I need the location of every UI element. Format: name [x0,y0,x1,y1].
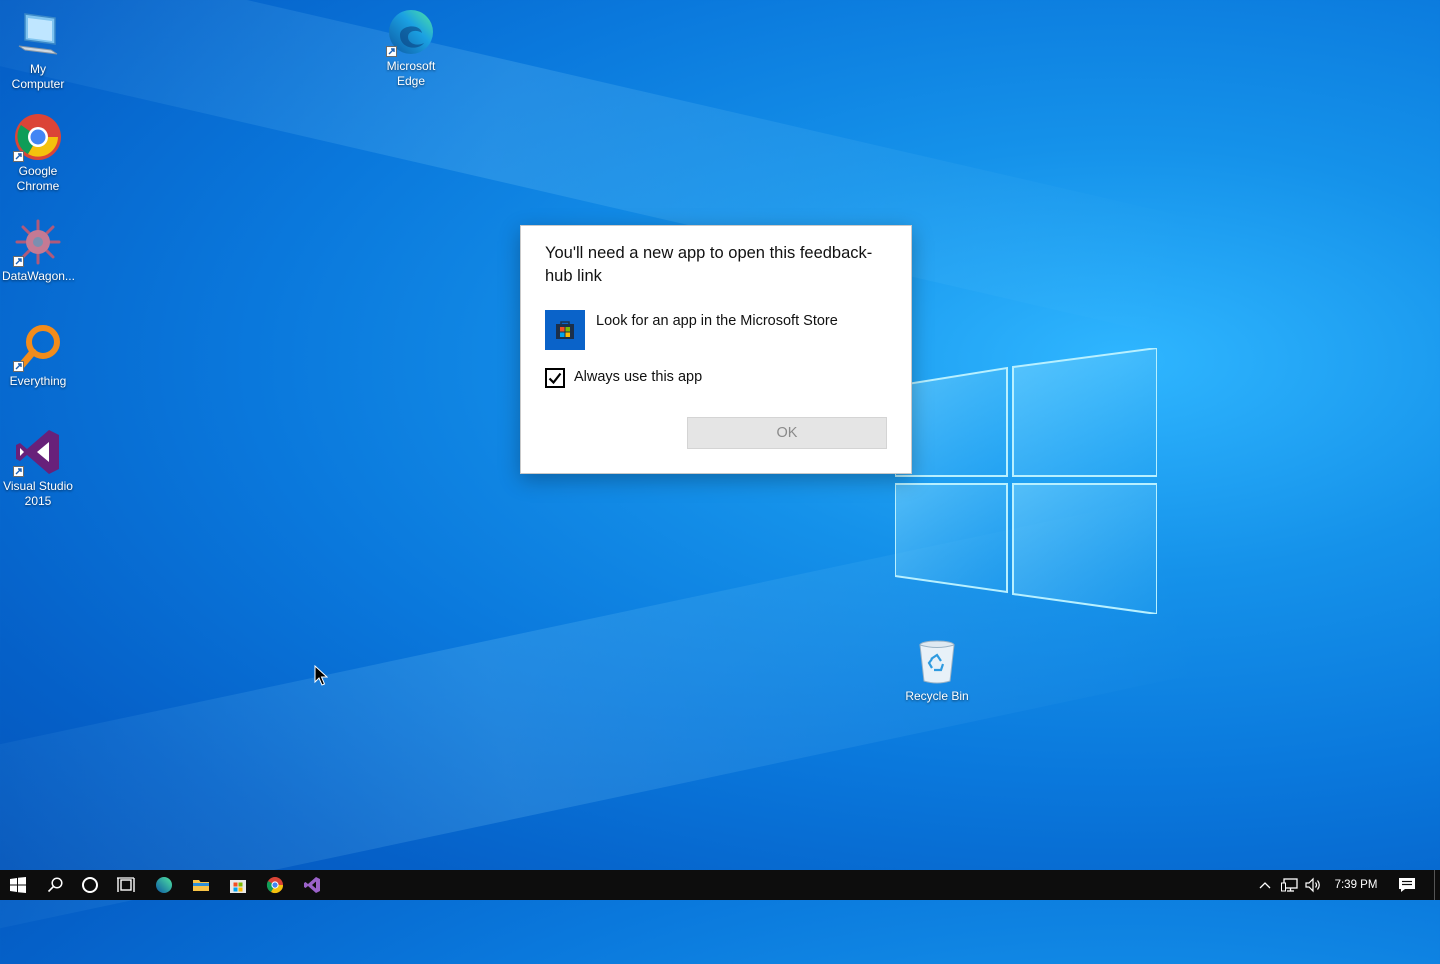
shortcut-arrow-icon [13,466,24,477]
desktop-icon-datawagon[interactable]: DataWagon... [0,217,76,284]
always-use-checkbox[interactable] [545,368,565,388]
network-icon [1281,878,1298,892]
task-view-button[interactable] [108,870,144,900]
dialog-title: You'll need a new app to open this feedb… [545,244,873,285]
everything-search-icon [13,322,63,372]
action-center-button[interactable] [1394,870,1420,900]
chevron-up-icon [1259,882,1271,889]
chrome-icon [13,112,63,162]
datawagon-icon [13,217,63,267]
taskbar-edge-button[interactable] [146,870,182,900]
desktop-icon-label: DataWagon... [2,269,75,283]
visual-studio-icon [304,877,320,893]
ok-button[interactable]: OK [687,417,887,449]
search-button[interactable] [37,870,73,900]
volume-button[interactable] [1303,870,1323,900]
task-view-icon [117,877,135,892]
taskbar-chrome-button[interactable] [257,870,293,900]
action-center-icon [1399,878,1415,892]
taskbar-file-explorer-button[interactable] [183,870,219,900]
desktop-icon-label: Recycle Bin [905,689,969,703]
open-with-dialog: You'll need a new app to open this feedb… [520,225,912,474]
windows-logo-wallpaper [895,348,1157,614]
shortcut-arrow-icon [13,256,24,267]
desktop-icon-label: Google Chrome [16,164,60,193]
network-button[interactable] [1279,870,1301,900]
start-button[interactable] [0,870,36,900]
desktop-icon-my-computer[interactable]: My Computer [0,10,76,92]
computer-icon [13,10,63,60]
show-desktop-button[interactable] [1434,870,1435,900]
edge-icon [156,877,172,893]
microsoft-store-option-label: Look for an app in the Microsoft Store [596,313,838,329]
taskbar-microsoft-store-button[interactable] [220,870,256,900]
desktop-icon-microsoft-edge[interactable]: Microsoft Edge [373,7,449,89]
shortcut-arrow-icon [13,151,24,162]
edge-icon [386,7,436,57]
microsoft-store-icon [230,880,246,893]
taskbar-clock[interactable]: 7:39 PM [1326,870,1386,900]
taskbar-visual-studio-button[interactable] [294,870,330,900]
shortcut-arrow-icon [386,46,397,57]
desktop-icon-label: Visual Studio 2015 [3,479,73,508]
start-icon [10,877,26,893]
taskbar: 7:39 PM [0,870,1440,900]
mouse-pointer-icon [314,665,328,686]
checkmark-icon [548,372,562,385]
chrome-icon [266,877,284,894]
desktop-icon-google-chrome[interactable]: Google Chrome [0,112,76,194]
always-use-checkbox-label: Always use this app [574,369,703,385]
recycle-bin-icon [912,637,962,687]
show-hidden-icons-button[interactable] [1256,870,1274,900]
cortana-button[interactable] [72,870,108,900]
volume-icon [1305,877,1320,893]
desktop-icon-everything[interactable]: Everything [0,322,76,389]
file-explorer-icon [193,880,209,891]
microsoft-store-option[interactable]: Look for an app in the Microsoft Store [545,310,895,350]
microsoft-store-icon [545,310,585,350]
cortana-icon [82,877,98,893]
desktop-icon-label: My Computer [11,62,65,91]
search-icon [47,877,63,893]
desktop-icon-label: Everything [9,374,67,388]
desktop-icon-label: Microsoft Edge [386,59,436,88]
desktop-icon-visual-studio-2015[interactable]: Visual Studio 2015 [0,427,76,509]
desktop-icon-recycle-bin[interactable]: Recycle Bin [899,637,975,704]
visual-studio-icon [13,427,63,477]
shortcut-arrow-icon [13,361,24,372]
